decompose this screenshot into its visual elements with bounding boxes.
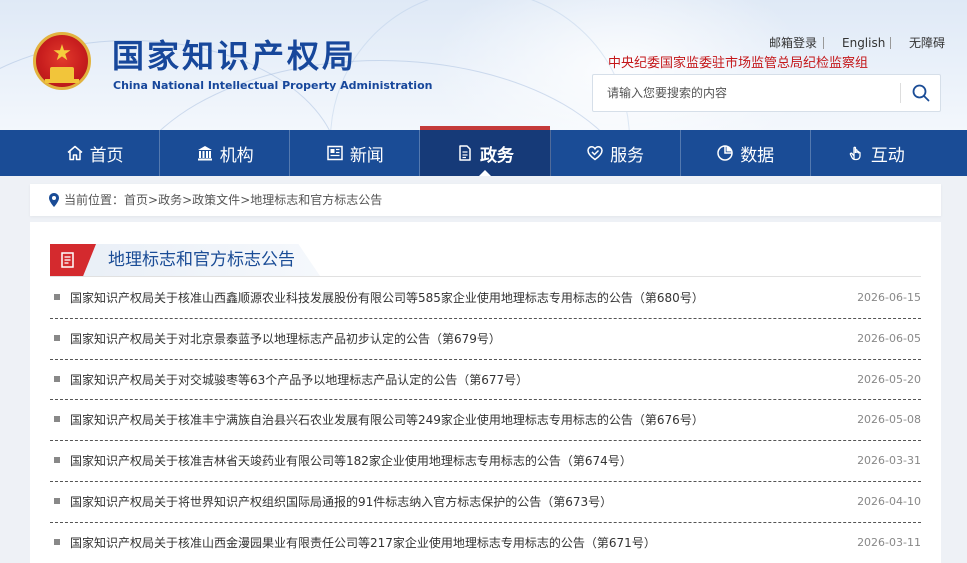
search-button[interactable]: [902, 75, 940, 111]
search-icon: [912, 84, 930, 102]
main-nav-items: 首页 机构 新闻 政务 服务 数据 互动: [30, 126, 941, 176]
top-link-separator: [890, 37, 891, 49]
breadcrumb-separator: >: [240, 193, 251, 207]
breadcrumb-separator: >: [182, 193, 193, 207]
nav-item-data[interactable]: 数据: [681, 130, 811, 176]
list-bullet: [54, 457, 60, 464]
list-bullet: [54, 538, 60, 545]
list-bullet: [54, 334, 60, 341]
interaction-hand-icon: [849, 146, 861, 161]
nav-item-home[interactable]: 首页: [30, 130, 161, 176]
nav-item-label: 新闻: [349, 145, 384, 166]
nav-item-government[interactable]: 政务: [420, 126, 551, 176]
list-item-title[interactable]: 国家知识产权局关于对北京景泰蓝予以地理标志产品初步认定的公告（第679号）: [70, 331, 501, 347]
list-item-title[interactable]: 国家知识产权局关于核准吉林省天竣药业有限公司等182家企业使用地理标志专用标志的…: [70, 453, 632, 469]
breadcrumb: 当前位置：首页>政务>政策文件>地理标志和官方标志公告: [30, 184, 941, 216]
emblem-base: [45, 79, 79, 83]
list-item[interactable]: 国家知识产权局关于核准吉林省天竣药业有限公司等182家企业使用地理标志专用标志的…: [50, 441, 921, 482]
list-item-date: 2026-03-31: [857, 454, 921, 468]
list-item-title[interactable]: 国家知识产权局关于将世界知识产权组织国际局通报的91件标志纳入官方标志保护的公告…: [70, 494, 612, 510]
list-item[interactable]: 国家知识产权局关于对交城骏枣等63个产品予以地理标志产品认定的公告（第677号）…: [50, 360, 921, 401]
list-item[interactable]: 国家知识产权局关于将世界知识产权组织国际局通报的91件标志纳入官方标志保护的公告…: [50, 482, 921, 523]
list-item-title[interactable]: 国家知识产权局关于对交城骏枣等63个产品予以地理标志产品认定的公告（第677号）: [70, 372, 528, 388]
nav-item-label: 互动: [870, 145, 905, 166]
list-bullet: [54, 497, 60, 504]
announcement-list: 国家知识产权局关于核准山西鑫顺源农业科技发展股份有限公司等585家企业使用地理标…: [50, 278, 921, 563]
top-links: 邮箱登录 English 无障碍: [0, 35, 967, 51]
list-item-date: 2026-05-08: [857, 413, 921, 427]
list-item-date: 2026-06-15: [857, 291, 921, 304]
accessibility-link[interactable]: 无障碍: [909, 35, 945, 51]
breadcrumb-prefix: 当前位置：: [64, 193, 125, 207]
list-item-date: 2026-05-20: [857, 372, 921, 386]
site-header: ★ 国家知识产权局 China National Intellectual Pr…: [0, 0, 967, 130]
mail-login-link[interactable]: 邮箱登录: [769, 35, 817, 51]
search-input[interactable]: [593, 75, 899, 111]
section-title: 地理标志和官方标志公告: [108, 250, 295, 270]
main-nav: 首页 机构 新闻 政务 服务 数据 互动: [0, 126, 967, 176]
data-pie-icon: [717, 145, 733, 161]
nav-item-label: 服务: [610, 145, 645, 166]
nav-item-label: 首页: [89, 145, 124, 166]
breadcrumb-current[interactable]: 地理标志和官方标志公告: [250, 193, 382, 207]
government-doc-icon: [459, 145, 471, 161]
list-item-title[interactable]: 国家知识产权局关于核准山西金漫园果业有限责任公司等217家企业使用地理标志专用标…: [70, 535, 656, 551]
list-item-date: 2026-06-05: [857, 331, 921, 345]
news-icon: [327, 145, 343, 161]
list-item[interactable]: 国家知识产权局关于核准丰宁满族自治县兴石农业发展有限公司等249家企业使用地理标…: [50, 400, 921, 442]
english-link[interactable]: English: [842, 35, 885, 51]
emblem-gate: [50, 67, 74, 79]
list-bullet: [54, 294, 60, 300]
nav-item-label: 数据: [740, 145, 775, 166]
service-icon: [587, 146, 603, 161]
list-item[interactable]: 国家知识产权局关于核准山西金漫园果业有限责任公司等217家企业使用地理标志专用标…: [50, 523, 921, 563]
nav-item-label: 政务: [479, 145, 514, 166]
location-pin-icon: [49, 193, 59, 207]
document-icon: [61, 252, 74, 268]
top-link-separator: [823, 37, 824, 49]
breadcrumb-trail: 当前位置：首页>政务>政策文件>地理标志和官方标志公告: [64, 192, 382, 208]
list-item[interactable]: 国家知识产权局关于核准山西鑫顺源农业科技发展股份有限公司等585家企业使用地理标…: [50, 278, 921, 319]
nav-item-label: 机构: [219, 145, 254, 166]
list-item-title[interactable]: 国家知识产权局关于核准丰宁满族自治县兴石农业发展有限公司等249家企业使用地理标…: [70, 412, 704, 428]
section-divider: [50, 276, 921, 277]
list-item-title[interactable]: 国家知识产权局关于核准山西鑫顺源农业科技发展股份有限公司等585家企业使用地理标…: [70, 290, 704, 306]
site-logo-subtitle[interactable]: China National Intellectual Property Adm…: [113, 79, 432, 93]
nav-item-news[interactable]: 新闻: [290, 130, 421, 176]
nav-item-service[interactable]: 服务: [551, 130, 681, 176]
home-icon: [67, 145, 83, 161]
list-item[interactable]: 国家知识产权局关于对北京景泰蓝予以地理标志产品初步认定的公告（第679号） 20…: [50, 319, 921, 360]
search-box: [592, 74, 941, 112]
section-header: 地理标志和官方标志公告: [50, 244, 320, 276]
search-divider: [900, 83, 901, 103]
breadcrumb-separator: >: [148, 193, 159, 207]
breadcrumb-government[interactable]: 政务: [158, 193, 182, 207]
list-bullet: [54, 375, 60, 382]
breadcrumb-policy-docs[interactable]: 政策文件: [192, 193, 240, 207]
list-bullet: [54, 416, 60, 423]
institution-icon: [197, 146, 212, 161]
nav-item-institution[interactable]: 机构: [160, 130, 291, 176]
list-item-date: 2026-04-10: [857, 494, 921, 508]
nav-item-interaction[interactable]: 互动: [811, 130, 941, 176]
discipline-inspection-link[interactable]: 中央纪委国家监委驻市场监管总局纪检监察组: [608, 52, 868, 71]
announcement-panel: 地理标志和官方标志公告 国家知识产权局关于核准山西鑫顺源农业科技发展股份有限公司…: [30, 222, 941, 563]
breadcrumb-home[interactable]: 首页: [124, 193, 148, 207]
list-item-date: 2026-03-11: [857, 535, 921, 549]
